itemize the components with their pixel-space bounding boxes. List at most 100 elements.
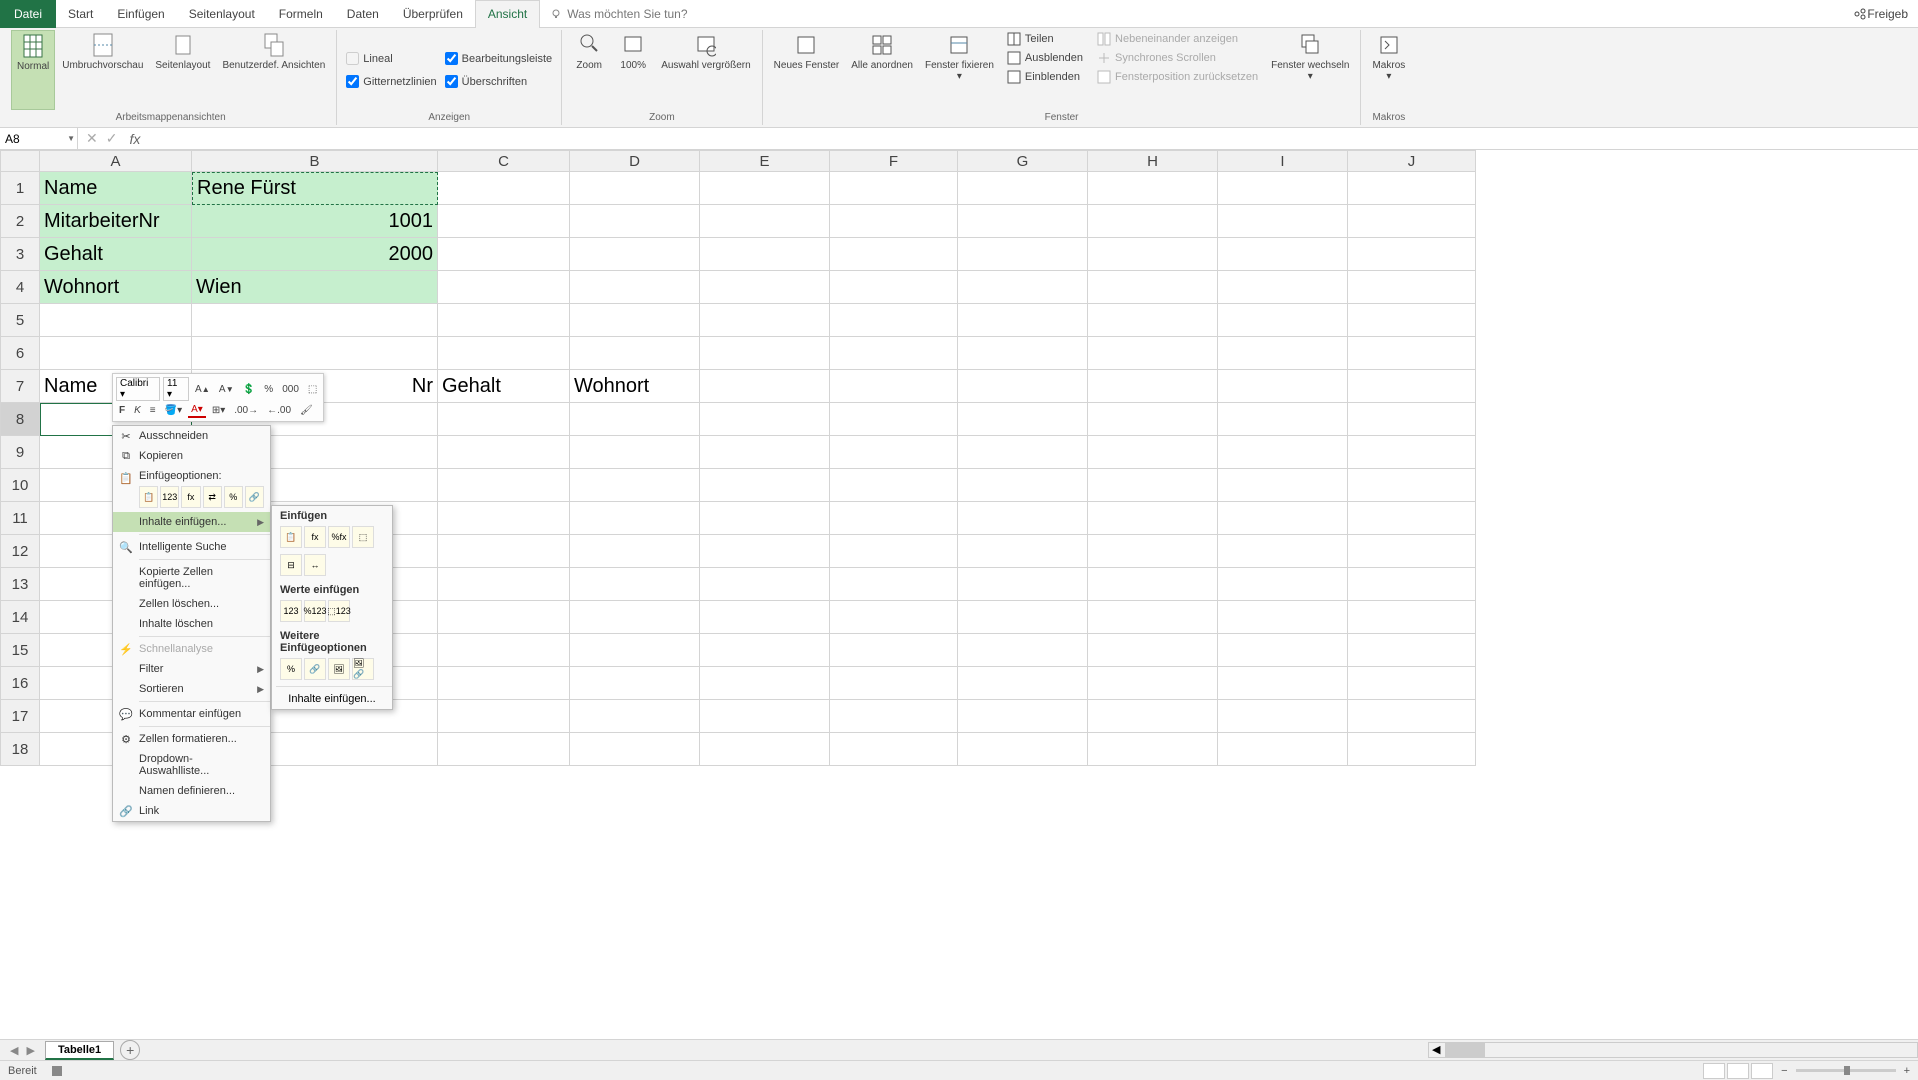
cell-G2[interactable] — [958, 205, 1088, 238]
cell-H15[interactable] — [1088, 634, 1218, 667]
tell-me-search[interactable]: Was möchten Sie tun? — [550, 7, 687, 21]
cell-F14[interactable] — [830, 601, 958, 634]
sync-scroll-button[interactable]: Synchrones Scrollen — [1091, 49, 1264, 67]
cell-B2[interactable]: 1001 — [192, 205, 438, 238]
cell-J6[interactable] — [1348, 337, 1476, 370]
cell-C8[interactable] — [438, 403, 570, 436]
zoom-slider[interactable] — [1796, 1069, 1896, 1072]
zoom-selection-button[interactable]: Auswahl vergrößern — [656, 30, 755, 110]
ctx-define-name[interactable]: Namen definieren... — [113, 781, 270, 801]
col-header-D[interactable]: D — [570, 150, 700, 172]
scroll-thumb[interactable] — [1445, 1043, 1485, 1057]
cell-C17[interactable] — [438, 700, 570, 733]
zoom-100-button[interactable]: 100% — [612, 30, 654, 110]
cell-F9[interactable] — [830, 436, 958, 469]
cell-C7[interactable]: Gehalt — [438, 370, 570, 403]
tab-pagelayout[interactable]: Seitenlayout — [177, 0, 267, 28]
row-header-13[interactable]: 13 — [0, 568, 40, 601]
mini-bold-icon[interactable]: F — [116, 404, 128, 417]
cell-I3[interactable] — [1218, 238, 1348, 271]
col-header-J[interactable]: J — [1348, 150, 1476, 172]
cell-A2[interactable]: MitarbeiterNr — [40, 205, 192, 238]
cell-D14[interactable] — [570, 601, 700, 634]
cell-C10[interactable] — [438, 469, 570, 502]
ruler-checkbox[interactable]: Lineal — [343, 50, 439, 67]
unhide-button[interactable]: Einblenden — [1001, 68, 1089, 86]
cell-J5[interactable] — [1348, 304, 1476, 337]
cell-J15[interactable] — [1348, 634, 1476, 667]
split-button[interactable]: Teilen — [1001, 30, 1089, 48]
cell-E8[interactable] — [700, 403, 830, 436]
mini-borders-icon[interactable]: ⊞▾ — [209, 404, 228, 417]
cell-J7[interactable] — [1348, 370, 1476, 403]
sheet-prev-icon[interactable]: ◀ — [10, 1044, 18, 1057]
cell-H2[interactable] — [1088, 205, 1218, 238]
cell-F5[interactable] — [830, 304, 958, 337]
cell-E14[interactable] — [700, 601, 830, 634]
col-header-E[interactable]: E — [700, 150, 830, 172]
cell-G3[interactable] — [958, 238, 1088, 271]
cell-G9[interactable] — [958, 436, 1088, 469]
fx-icon[interactable]: fx — [125, 131, 144, 147]
mini-comma-icon[interactable]: 000 — [279, 383, 302, 396]
zoom-button[interactable]: Zoom — [568, 30, 610, 110]
cell-G6[interactable] — [958, 337, 1088, 370]
cell-J2[interactable] — [1348, 205, 1476, 238]
paste-values-icon[interactable]: 123 — [160, 486, 179, 508]
cell-J3[interactable] — [1348, 238, 1476, 271]
cell-F6[interactable] — [830, 337, 958, 370]
cell-I4[interactable] — [1218, 271, 1348, 304]
mini-font-color-icon[interactable]: A▾ — [188, 403, 206, 418]
cell-E13[interactable] — [700, 568, 830, 601]
cell-F7[interactable] — [830, 370, 958, 403]
cell-C2[interactable] — [438, 205, 570, 238]
cell-J11[interactable] — [1348, 502, 1476, 535]
sub-paste-icon-4[interactable]: ⬚ — [352, 526, 374, 548]
zoom-in-icon[interactable]: + — [1904, 1065, 1910, 1077]
cell-G17[interactable] — [958, 700, 1088, 733]
row-header-8[interactable]: 8 — [0, 403, 40, 436]
cell-D8[interactable] — [570, 403, 700, 436]
cell-C12[interactable] — [438, 535, 570, 568]
cell-G14[interactable] — [958, 601, 1088, 634]
ctx-delete[interactable]: Zellen löschen... — [113, 594, 270, 614]
cell-A6[interactable] — [40, 337, 192, 370]
cell-I10[interactable] — [1218, 469, 1348, 502]
cell-E18[interactable] — [700, 733, 830, 766]
col-header-I[interactable]: I — [1218, 150, 1348, 172]
cell-F1[interactable] — [830, 172, 958, 205]
ctx-link[interactable]: 🔗Link — [113, 801, 270, 821]
ctx-insert-comment[interactable]: 💬Kommentar einfügen — [113, 704, 270, 724]
cell-D1[interactable] — [570, 172, 700, 205]
mini-accounting-icon[interactable]: 💲 — [240, 383, 258, 396]
cell-H1[interactable] — [1088, 172, 1218, 205]
mini-decrease-decimal-icon[interactable]: ←.00 — [264, 404, 294, 417]
sub-other-icon-2[interactable]: 🔗 — [304, 658, 326, 680]
cell-I15[interactable] — [1218, 634, 1348, 667]
cell-I18[interactable] — [1218, 733, 1348, 766]
cell-C11[interactable] — [438, 502, 570, 535]
cell-J4[interactable] — [1348, 271, 1476, 304]
cell-A4[interactable]: Wohnort — [40, 271, 192, 304]
view-pagebreak-icon[interactable] — [1751, 1063, 1773, 1079]
col-header-H[interactable]: H — [1088, 150, 1218, 172]
cell-C9[interactable] — [438, 436, 570, 469]
view-custom-button[interactable]: Benutzerdef. Ansichten — [217, 30, 330, 110]
submenu-paste-special[interactable]: Inhalte einfügen... — [272, 689, 392, 709]
cell-E4[interactable] — [700, 271, 830, 304]
sheet-nav[interactable]: ◀▶ — [0, 1044, 45, 1057]
horizontal-scrollbar[interactable]: ◀ — [1428, 1042, 1918, 1058]
mini-increase-font-icon[interactable]: A▲ — [192, 383, 213, 396]
sub-other-icon-3[interactable]: 🖼 — [328, 658, 350, 680]
headings-checkbox[interactable]: Überschriften — [442, 73, 556, 90]
mini-size-select[interactable]: 11 ▾ — [163, 377, 189, 401]
cell-F2[interactable] — [830, 205, 958, 238]
cell-G1[interactable] — [958, 172, 1088, 205]
cell-B3[interactable]: 2000 — [192, 238, 438, 271]
cell-J18[interactable] — [1348, 733, 1476, 766]
cell-H6[interactable] — [1088, 337, 1218, 370]
cell-F12[interactable] — [830, 535, 958, 568]
cell-H10[interactable] — [1088, 469, 1218, 502]
row-header-12[interactable]: 12 — [0, 535, 40, 568]
sub-values-icon-1[interactable]: 123 — [280, 600, 302, 622]
